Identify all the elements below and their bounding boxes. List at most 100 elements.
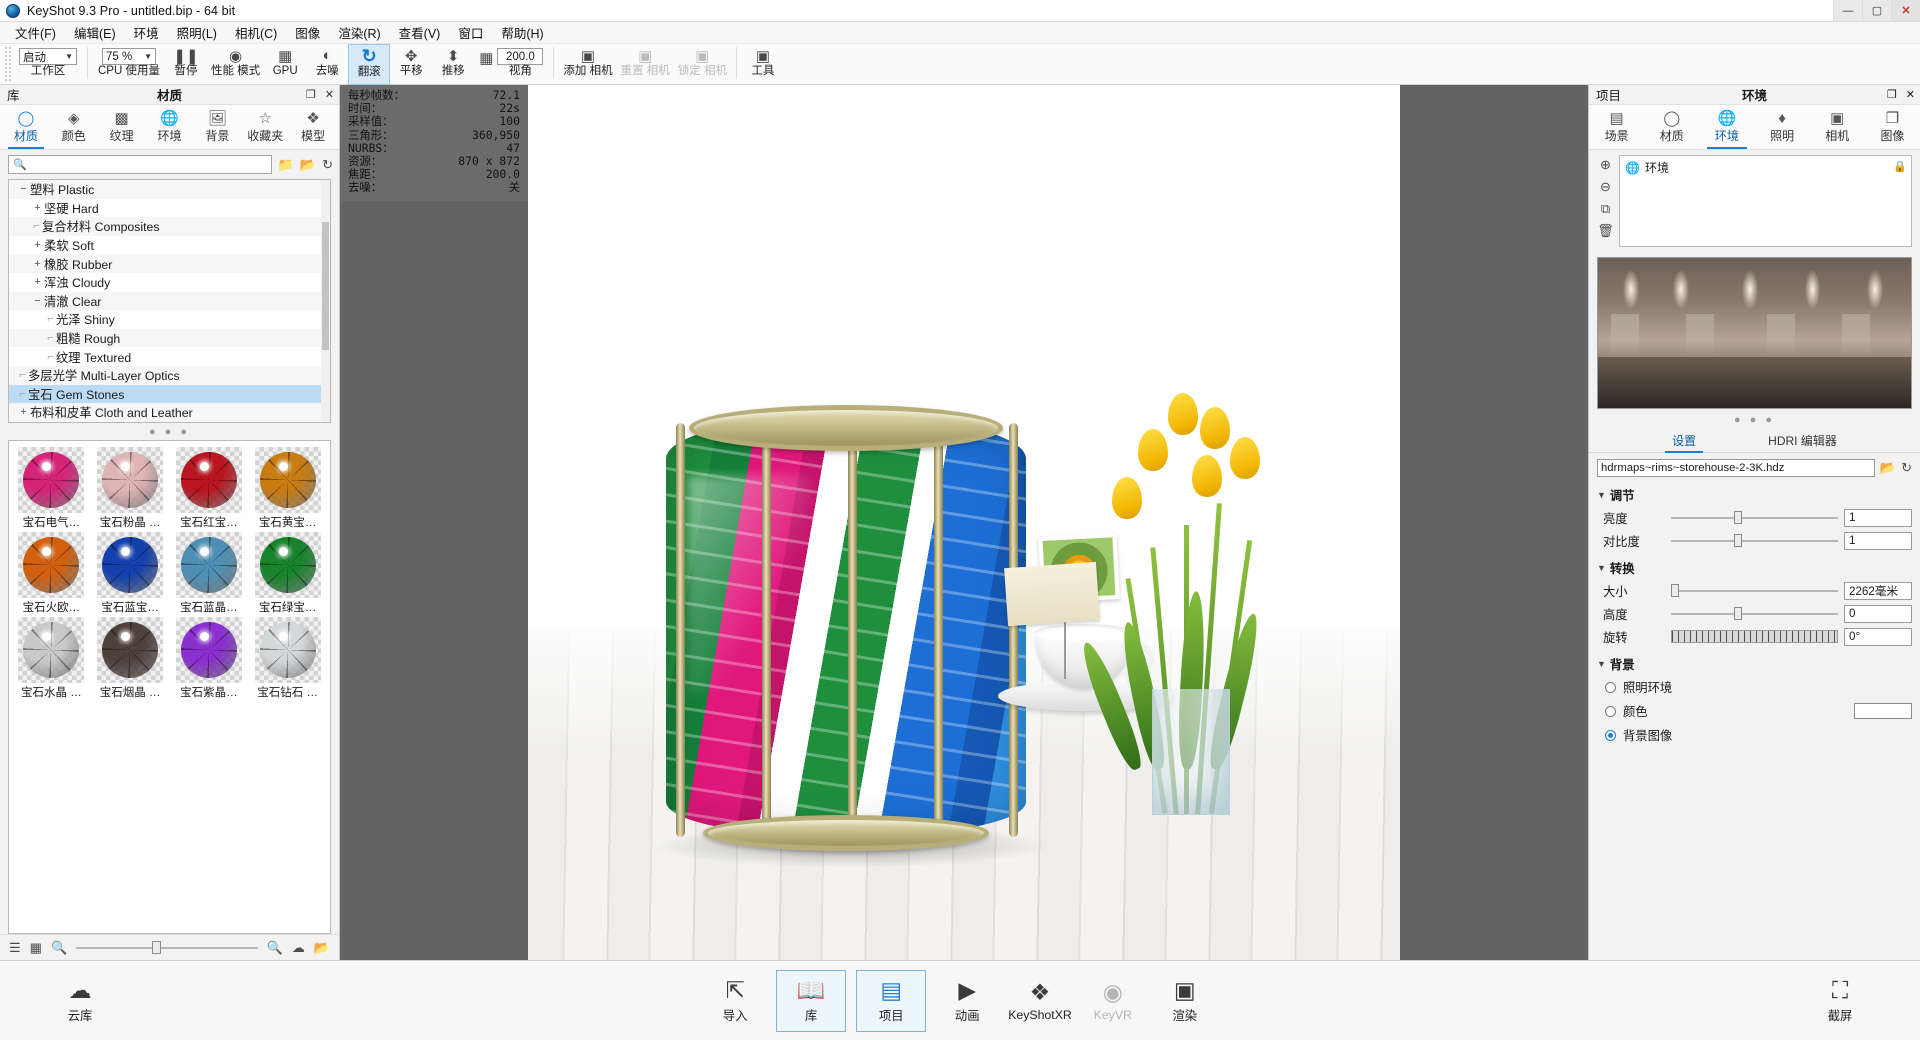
pan-tool-button[interactable]: ✥ 平移: [390, 44, 432, 85]
tab-favorites[interactable]: ☆ 收藏夹: [241, 105, 289, 149]
performance-mode-button[interactable]: ◉ 性能 模式: [207, 44, 264, 85]
tab-materials[interactable]: ◯ 材质: [2, 105, 50, 149]
material-thumbnail-item[interactable]: 宝石火欧…: [13, 532, 90, 615]
view-angle-input[interactable]: 200.0: [497, 48, 544, 65]
duplicate-environment-icon[interactable]: ⧉: [1597, 201, 1614, 217]
screenshot-button[interactable]: ⛶ 截屏: [1809, 970, 1871, 1032]
material-thumbnail-item[interactable]: 宝石蓝晶…: [171, 532, 248, 615]
undock-icon[interactable]: ❐: [1887, 88, 1897, 101]
height-slider[interactable]: [1671, 607, 1838, 621]
tree-item-shiny[interactable]: ⌐ 光泽 Shiny: [9, 310, 330, 329]
lock-camera-button[interactable]: ▣ 锁定 相机: [674, 44, 731, 85]
tab-environment[interactable]: 🌐 环境: [1699, 105, 1754, 149]
search-input[interactable]: [30, 158, 271, 171]
workspace-dropdown[interactable]: 启动 ▼: [19, 48, 77, 65]
tree-item-gem-stones[interactable]: ⌐ 宝石 Gem Stones: [9, 384, 330, 404]
tree-item-hard[interactable]: + 坚硬 Hard: [9, 199, 330, 218]
open-folder-icon[interactable]: 📂: [314, 940, 330, 956]
contrast-value-input[interactable]: 1: [1844, 531, 1912, 550]
expand-toggle-icon[interactable]: +: [31, 202, 44, 214]
maximize-button[interactable]: ▢: [1862, 0, 1891, 21]
tab-image[interactable]: ❐ 图像: [1865, 105, 1920, 149]
tab-colors[interactable]: ◈ 颜色: [50, 105, 98, 149]
expand-toggle-icon[interactable]: +: [17, 406, 30, 418]
height-value-input[interactable]: 0: [1844, 604, 1912, 623]
material-thumbnail-item[interactable]: 宝石粉晶 …: [92, 447, 169, 530]
close-button[interactable]: ✕: [1891, 0, 1920, 21]
menu-edit[interactable]: 编辑(E): [65, 21, 125, 44]
tree-item-cloth-leather[interactable]: + 布料和皮革 Cloth and Leather: [9, 403, 330, 422]
menu-view[interactable]: 查看(V): [390, 21, 450, 44]
slider-knob[interactable]: [1671, 584, 1679, 597]
view-angle-control[interactable]: ▦ 200.0 视角: [474, 44, 548, 78]
panel-resize-handle[interactable]: ● ● ●: [1589, 409, 1920, 426]
tab-backgrounds[interactable]: 🖼 背景: [193, 105, 241, 149]
size-value-input[interactable]: 2262毫米: [1844, 581, 1912, 600]
grid-view-icon[interactable]: ▦: [30, 940, 42, 956]
material-thumbnail-item[interactable]: 宝石红宝…: [171, 447, 248, 530]
tab-scene[interactable]: ▤ 场景: [1589, 105, 1644, 149]
rendered-scene[interactable]: [528, 85, 1400, 960]
tree-item-cloudy[interactable]: + 浑浊 Cloudy: [9, 273, 330, 292]
material-thumbnail-item[interactable]: 宝石绿宝…: [249, 532, 326, 615]
render-viewport[interactable]: 每秒帧数： 72.1 时间： 22s 采样值： 100 三角形： 360,950 NUR…: [340, 85, 1588, 960]
list-view-icon[interactable]: ☰: [9, 940, 21, 956]
tree-item-architectural[interactable]: +建筑 Architectural: [9, 422, 330, 423]
zoom-out-icon[interactable]: 🔍: [51, 940, 67, 956]
tree-item-composites[interactable]: ⌐ 复合材料 Composites: [9, 217, 330, 236]
radio-button[interactable]: [1605, 729, 1616, 741]
add-camera-button[interactable]: ▣ 添加 相机: [559, 44, 616, 85]
slider-knob[interactable]: [152, 941, 162, 954]
folder-open-icon[interactable]: 📂: [300, 157, 316, 173]
background-color-swatch[interactable]: [1854, 703, 1912, 719]
material-thumbnail-item[interactable]: 宝石黄宝…: [249, 447, 326, 530]
import-button[interactable]: ⇱ 导入: [704, 970, 766, 1032]
expand-toggle-icon[interactable]: +: [31, 239, 44, 251]
scrollbar-thumb[interactable]: [322, 222, 329, 350]
material-thumbnail-item[interactable]: 宝石电气…: [13, 447, 90, 530]
material-thumbnail-item[interactable]: 宝石水晶 …: [13, 617, 90, 700]
size-slider[interactable]: [1671, 584, 1838, 598]
cloud-library-button[interactable]: ☁ 云库: [49, 970, 111, 1032]
tab-lighting[interactable]: ♦ 照明: [1755, 105, 1810, 149]
material-category-tree[interactable]: − 塑料 Plastic + 坚硬 Hard ⌐ 复合材料 Composites + 柔…: [8, 179, 331, 423]
project-button[interactable]: ▤ 项目: [856, 969, 927, 1032]
hdri-preview-image[interactable]: [1597, 257, 1912, 409]
radio-background-image[interactable]: 背景图像: [1589, 723, 1920, 747]
library-button[interactable]: 📖 库: [776, 969, 847, 1032]
tab-environments[interactable]: 🌐 环境: [146, 105, 194, 149]
material-thumbnail-item[interactable]: 宝石紫晶…: [171, 617, 248, 700]
radio-lighting-environment[interactable]: 照明环境: [1589, 675, 1920, 699]
collapse-toggle-icon[interactable]: −: [31, 295, 44, 307]
render-button[interactable]: ▣ 渲染: [1154, 970, 1216, 1032]
dolly-tool-button[interactable]: ⬍ 推移: [432, 44, 474, 85]
contrast-slider[interactable]: [1671, 534, 1838, 548]
tree-item-textured[interactable]: ⌐ 纹理 Textured: [9, 347, 330, 366]
menu-help[interactable]: 帮助(H): [492, 21, 552, 44]
tree-scrollbar[interactable]: [321, 180, 330, 422]
refresh-icon[interactable]: ↻: [1901, 460, 1912, 476]
expand-toggle-icon[interactable]: −: [17, 183, 30, 195]
menu-file[interactable]: 文件(F): [6, 21, 65, 44]
thumbnail-size-slider[interactable]: [76, 941, 258, 955]
search-box[interactable]: 🔍: [8, 155, 272, 174]
expand-toggle-icon[interactable]: +: [31, 276, 44, 288]
brightness-value-input[interactable]: 1: [1844, 508, 1912, 527]
cpu-usage-dropdown[interactable]: 75 % ▼: [101, 48, 156, 65]
adjust-section-header[interactable]: ▼ 调节: [1589, 482, 1920, 506]
material-thumbnail-item[interactable]: 宝石烟晶 …: [92, 617, 169, 700]
tree-item-rubber[interactable]: + 橡胶 Rubber: [9, 254, 330, 273]
cpu-usage-control[interactable]: 75 % ▼ CPU 使用量: [93, 44, 165, 78]
delete-environment-icon[interactable]: 🗑: [1597, 223, 1614, 239]
material-thumbnail-item[interactable]: 宝石蓝宝…: [92, 532, 169, 615]
tree-item-multilayer-optics[interactable]: ⌐ 多层光学 Multi-Layer Optics: [9, 365, 330, 385]
subtab-hdri-editor[interactable]: HDRI 编辑器: [1761, 429, 1844, 452]
gpu-button[interactable]: ▦ GPU: [264, 44, 306, 85]
open-folder-icon[interactable]: 📂: [1880, 460, 1896, 476]
tumble-tool-button[interactable]: ↻ 翻滚: [348, 44, 391, 85]
undock-icon[interactable]: ❐: [306, 88, 316, 101]
pause-button[interactable]: ❚❚ 暂停: [165, 44, 207, 85]
glass-vase-model[interactable]: [666, 403, 1026, 851]
menu-render[interactable]: 渲染(R): [329, 21, 389, 44]
environment-list[interactable]: 🌐 环境 🔒: [1619, 155, 1912, 247]
